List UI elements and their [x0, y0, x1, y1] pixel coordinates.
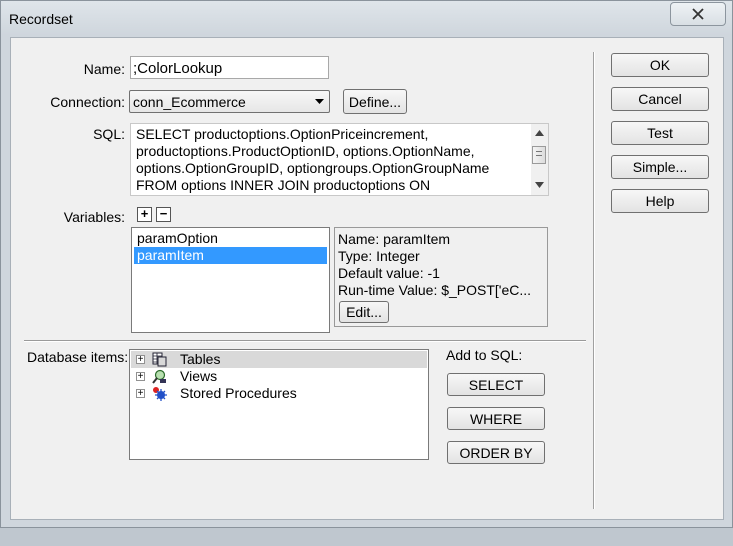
tree-label: Views [180, 368, 218, 384]
name-label: Name: [83, 61, 125, 77]
edit-variable-button[interactable]: Edit... [339, 301, 389, 323]
scrollbar-thumb[interactable] [532, 146, 546, 164]
name-value: ;ColorLookup [133, 60, 223, 77]
add-variable-button[interactable]: + [137, 207, 152, 222]
table-icon [152, 352, 167, 367]
variable-name: Name: paramItem [338, 231, 451, 247]
remove-variable-button[interactable]: − [156, 207, 171, 222]
order-by-button[interactable]: ORDER BY [447, 441, 545, 464]
title-bar: Recordset [1, 1, 732, 35]
cancel-button[interactable]: Cancel [611, 87, 709, 111]
simple-button[interactable]: Simple... [611, 155, 709, 179]
define-button[interactable]: Define... [343, 89, 407, 114]
minus-icon: − [159, 206, 168, 221]
help-button-label: Help [645, 193, 675, 209]
stored-procedures-icon [153, 387, 167, 401]
sql-line: FROM options INNER JOIN productoptions O… [136, 177, 431, 193]
close-icon [692, 8, 704, 20]
help-button[interactable]: Help [611, 189, 709, 213]
variable-default: Default value: -1 [338, 265, 440, 281]
connection-value: conn_Ecommerce [133, 94, 246, 110]
simple-button-label: Simple... [632, 159, 688, 175]
expand-icon[interactable]: + [136, 355, 145, 365]
variable-runtime: Run-time Value: $_POST['eC... [338, 282, 532, 298]
sql-line: productoptions.ProductOptionID, options.… [136, 143, 475, 159]
list-item[interactable]: paramOption [134, 230, 327, 247]
cancel-button-label: Cancel [638, 91, 682, 107]
add-to-sql-label: Add to SQL: [446, 347, 523, 363]
test-button[interactable]: Test [611, 121, 709, 145]
edit-button-label: Edit... [346, 304, 382, 320]
where-button-label: WHERE [469, 410, 523, 427]
expand-icon[interactable]: + [136, 372, 145, 382]
sql-textarea[interactable]: SELECT productoptions.OptionPriceincreme… [130, 123, 549, 196]
dialog-body: Name: ;ColorLookup Connection: conn_Ecom… [10, 37, 724, 520]
variables-list[interactable]: paramOption paramItem [131, 227, 330, 333]
name-field[interactable]: ;ColorLookup [130, 56, 329, 79]
connection-label: Connection: [50, 94, 125, 110]
where-button[interactable]: WHERE [447, 407, 545, 430]
database-tree[interactable]: + Tables + Views + Stored Procedures [129, 349, 429, 460]
tree-label: Tables [180, 351, 221, 367]
close-button[interactable] [670, 2, 726, 26]
define-button-label: Define... [348, 93, 402, 110]
scroll-up-icon[interactable] [535, 130, 544, 136]
ok-button[interactable]: OK [611, 53, 709, 77]
sql-label: SQL: [93, 126, 125, 142]
sql-line: options.OptionGroupID, optiongroups.Opti… [136, 160, 490, 176]
sql-scrollbar[interactable] [531, 124, 548, 195]
variable-type: Type: Integer [338, 248, 420, 264]
plus-icon: + [140, 206, 149, 221]
ok-button-label: OK [649, 57, 671, 73]
window-title: Recordset [9, 11, 73, 27]
separator [24, 340, 586, 342]
variables-label: Variables: [63, 209, 125, 225]
chevron-down-icon [315, 99, 324, 104]
tree-label: Stored Procedures [180, 385, 297, 401]
recordset-dialog: Recordset Name: ;ColorLookup Connection:… [0, 0, 733, 528]
sql-text: SELECT productoptions.OptionPriceincreme… [136, 126, 489, 194]
expand-icon[interactable]: + [136, 389, 145, 399]
test-button-label: Test [647, 125, 673, 141]
select-button-label: SELECT [468, 376, 524, 393]
variable-details-panel: Name: paramItem Type: Integer Default va… [334, 227, 548, 327]
order-by-button-label: ORDER BY [459, 444, 533, 461]
tree-selection [131, 351, 427, 368]
database-items-label: Database items: [27, 349, 129, 365]
connection-select[interactable]: conn_Ecommerce [129, 90, 330, 113]
scroll-down-icon[interactable] [535, 182, 544, 188]
select-button[interactable]: SELECT [447, 373, 545, 396]
list-item[interactable]: paramItem [134, 247, 327, 264]
views-icon [152, 369, 166, 384]
sql-line: SELECT productoptions.OptionPriceincreme… [136, 126, 429, 142]
vertical-divider [593, 52, 595, 509]
